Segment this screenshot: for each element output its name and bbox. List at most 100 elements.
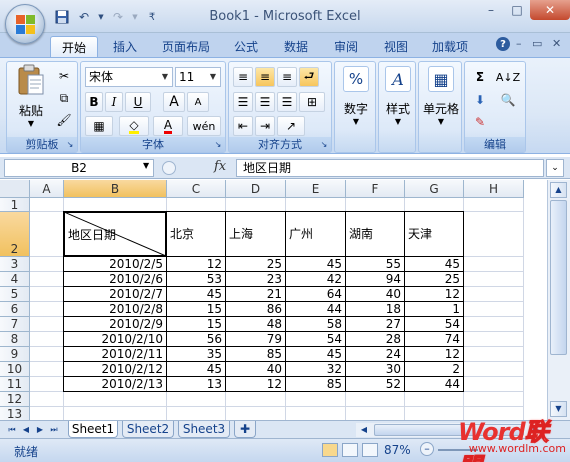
align-top-icon[interactable]: ≡ [233, 67, 253, 87]
row-header[interactable]: 11 [0, 377, 30, 392]
value-cell[interactable]: 2 [405, 362, 463, 376]
formula-input[interactable]: 地区日期 [236, 159, 544, 177]
column-header[interactable]: E [286, 180, 346, 198]
value-cell[interactable]: 35 [167, 347, 225, 361]
column-header[interactable]: F [346, 180, 405, 198]
value-cell[interactable]: 28 [346, 332, 404, 346]
value-cell[interactable]: 32 [286, 362, 345, 376]
scroll-up-icon[interactable]: ▲ [550, 182, 567, 198]
vertical-scrollbar[interactable]: ▲ ▼ [547, 180, 570, 420]
column-header[interactable]: D [226, 180, 286, 198]
decrease-indent-icon[interactable]: ⇤ [233, 116, 253, 136]
insert-function-icon[interactable]: fx [214, 159, 226, 174]
value-cell[interactable]: 94 [346, 272, 404, 286]
row-header[interactable]: 13 [0, 407, 30, 420]
date-cell[interactable]: 2010/2/13 [64, 377, 166, 391]
column-header[interactable]: C [167, 180, 226, 198]
value-cell[interactable]: 12 [226, 377, 285, 391]
maximize-button[interactable]: □ [504, 0, 530, 20]
date-cell[interactable]: 2010/2/10 [64, 332, 166, 346]
row-header[interactable]: 5 [0, 287, 30, 302]
italic-button[interactable]: I [105, 92, 123, 112]
border-button[interactable]: ▦ [85, 116, 113, 136]
cells-button[interactable]: ▦ 单元格 ▼ [421, 66, 461, 126]
value-cell[interactable]: 21 [226, 287, 285, 301]
sort-filter-icon[interactable]: A↓Z [495, 67, 521, 87]
value-cell[interactable]: 45 [167, 362, 225, 376]
next-sheet-icon[interactable]: ▶ [34, 424, 46, 436]
region-header[interactable]: 北京 [167, 212, 225, 256]
value-cell[interactable]: 18 [346, 302, 404, 316]
scroll-left-icon[interactable]: ◀ [358, 424, 370, 436]
align-center-icon[interactable]: ☰ [255, 92, 275, 112]
value-cell[interactable]: 12 [405, 287, 463, 301]
format-painter-icon[interactable]: 🖌 [55, 110, 73, 130]
paste-dropdown-icon[interactable]: ▼ [28, 119, 34, 128]
value-cell[interactable]: 55 [346, 257, 404, 271]
font-name-dropdown-icon[interactable]: ▼ [158, 68, 172, 86]
phonetic-button[interactable]: wén [187, 116, 221, 136]
region-header[interactable]: 天津 [405, 212, 463, 256]
help-icon[interactable]: ? [496, 37, 510, 51]
select-all-corner[interactable] [0, 180, 30, 198]
first-sheet-icon[interactable]: ⏮ [6, 424, 18, 436]
column-header[interactable]: G [405, 180, 464, 198]
wrap-text-icon[interactable]: ⮐ [299, 67, 319, 87]
date-cell[interactable]: 2010/2/5 [64, 257, 166, 271]
prev-sheet-icon[interactable]: ◀ [20, 424, 32, 436]
number-button[interactable]: % 数字 ▼ [338, 66, 374, 126]
minimize-button[interactable]: – [478, 0, 504, 20]
value-cell[interactable]: 45 [286, 347, 345, 361]
fill-color-button[interactable]: ◇ [119, 116, 149, 136]
value-cell[interactable]: 30 [346, 362, 404, 376]
tab-page-layout[interactable]: 页面布局 [153, 36, 219, 57]
find-select-icon[interactable]: 🔍 [495, 90, 521, 110]
tab-formulas[interactable]: 公式 [226, 36, 266, 57]
row-header[interactable]: 8 [0, 332, 30, 347]
normal-view-icon[interactable] [322, 443, 338, 457]
value-cell[interactable]: 45 [405, 257, 463, 271]
row-header[interactable]: 3 [0, 257, 30, 272]
sheet-tab-sheet1[interactable]: Sheet1 [68, 421, 118, 438]
value-cell[interactable]: 52 [346, 377, 404, 391]
row-header[interactable]: 6 [0, 302, 30, 317]
font-size-combo[interactable]: 11 ▼ [175, 67, 221, 87]
ribbon-minimize-icon[interactable]: – [516, 37, 522, 50]
value-cell[interactable]: 12 [405, 347, 463, 361]
page-layout-view-icon[interactable] [342, 443, 358, 457]
region-header[interactable]: 广州 [286, 212, 345, 256]
column-header[interactable]: B [64, 180, 167, 198]
font-color-button[interactable]: A [153, 116, 183, 136]
grow-font-button[interactable]: A [163, 92, 185, 112]
value-cell[interactable]: 48 [226, 317, 285, 331]
clipboard-launcher-icon[interactable]: ↘ [65, 140, 75, 150]
bold-button[interactable]: B [85, 92, 103, 112]
tab-home[interactable]: 开始 [50, 36, 98, 57]
shrink-font-button[interactable]: A [187, 92, 209, 112]
underline-button[interactable]: U [125, 92, 151, 112]
date-cell[interactable]: 2010/2/7 [64, 287, 166, 301]
formula-bar-handle-icon[interactable] [162, 161, 176, 175]
align-left-icon[interactable]: ☰ [233, 92, 253, 112]
value-cell[interactable]: 40 [226, 362, 285, 376]
zoom-out-icon[interactable]: – [420, 442, 434, 456]
value-cell[interactable]: 44 [405, 377, 463, 391]
styles-button[interactable]: A 样式 ▼ [381, 66, 415, 126]
align-right-icon[interactable]: ☰ [277, 92, 297, 112]
value-cell[interactable]: 40 [346, 287, 404, 301]
row-header[interactable]: 2 [0, 212, 30, 257]
value-cell[interactable]: 25 [405, 272, 463, 286]
value-cell[interactable]: 12 [167, 257, 225, 271]
row-header[interactable]: 12 [0, 392, 30, 407]
increase-indent-icon[interactable]: ⇥ [255, 116, 275, 136]
value-cell[interactable]: 15 [167, 302, 225, 316]
tab-view[interactable]: 视图 [376, 36, 416, 57]
fill-icon[interactable]: ⬇ [469, 90, 491, 110]
cut-icon[interactable]: ✂ [55, 66, 73, 86]
value-cell[interactable]: 58 [286, 317, 345, 331]
tab-insert[interactable]: 插入 [104, 36, 146, 57]
row-header[interactable]: 1 [0, 198, 30, 212]
tab-data[interactable]: 数据 [276, 36, 316, 57]
row-header[interactable]: 9 [0, 347, 30, 362]
date-cell[interactable]: 2010/2/9 [64, 317, 166, 331]
